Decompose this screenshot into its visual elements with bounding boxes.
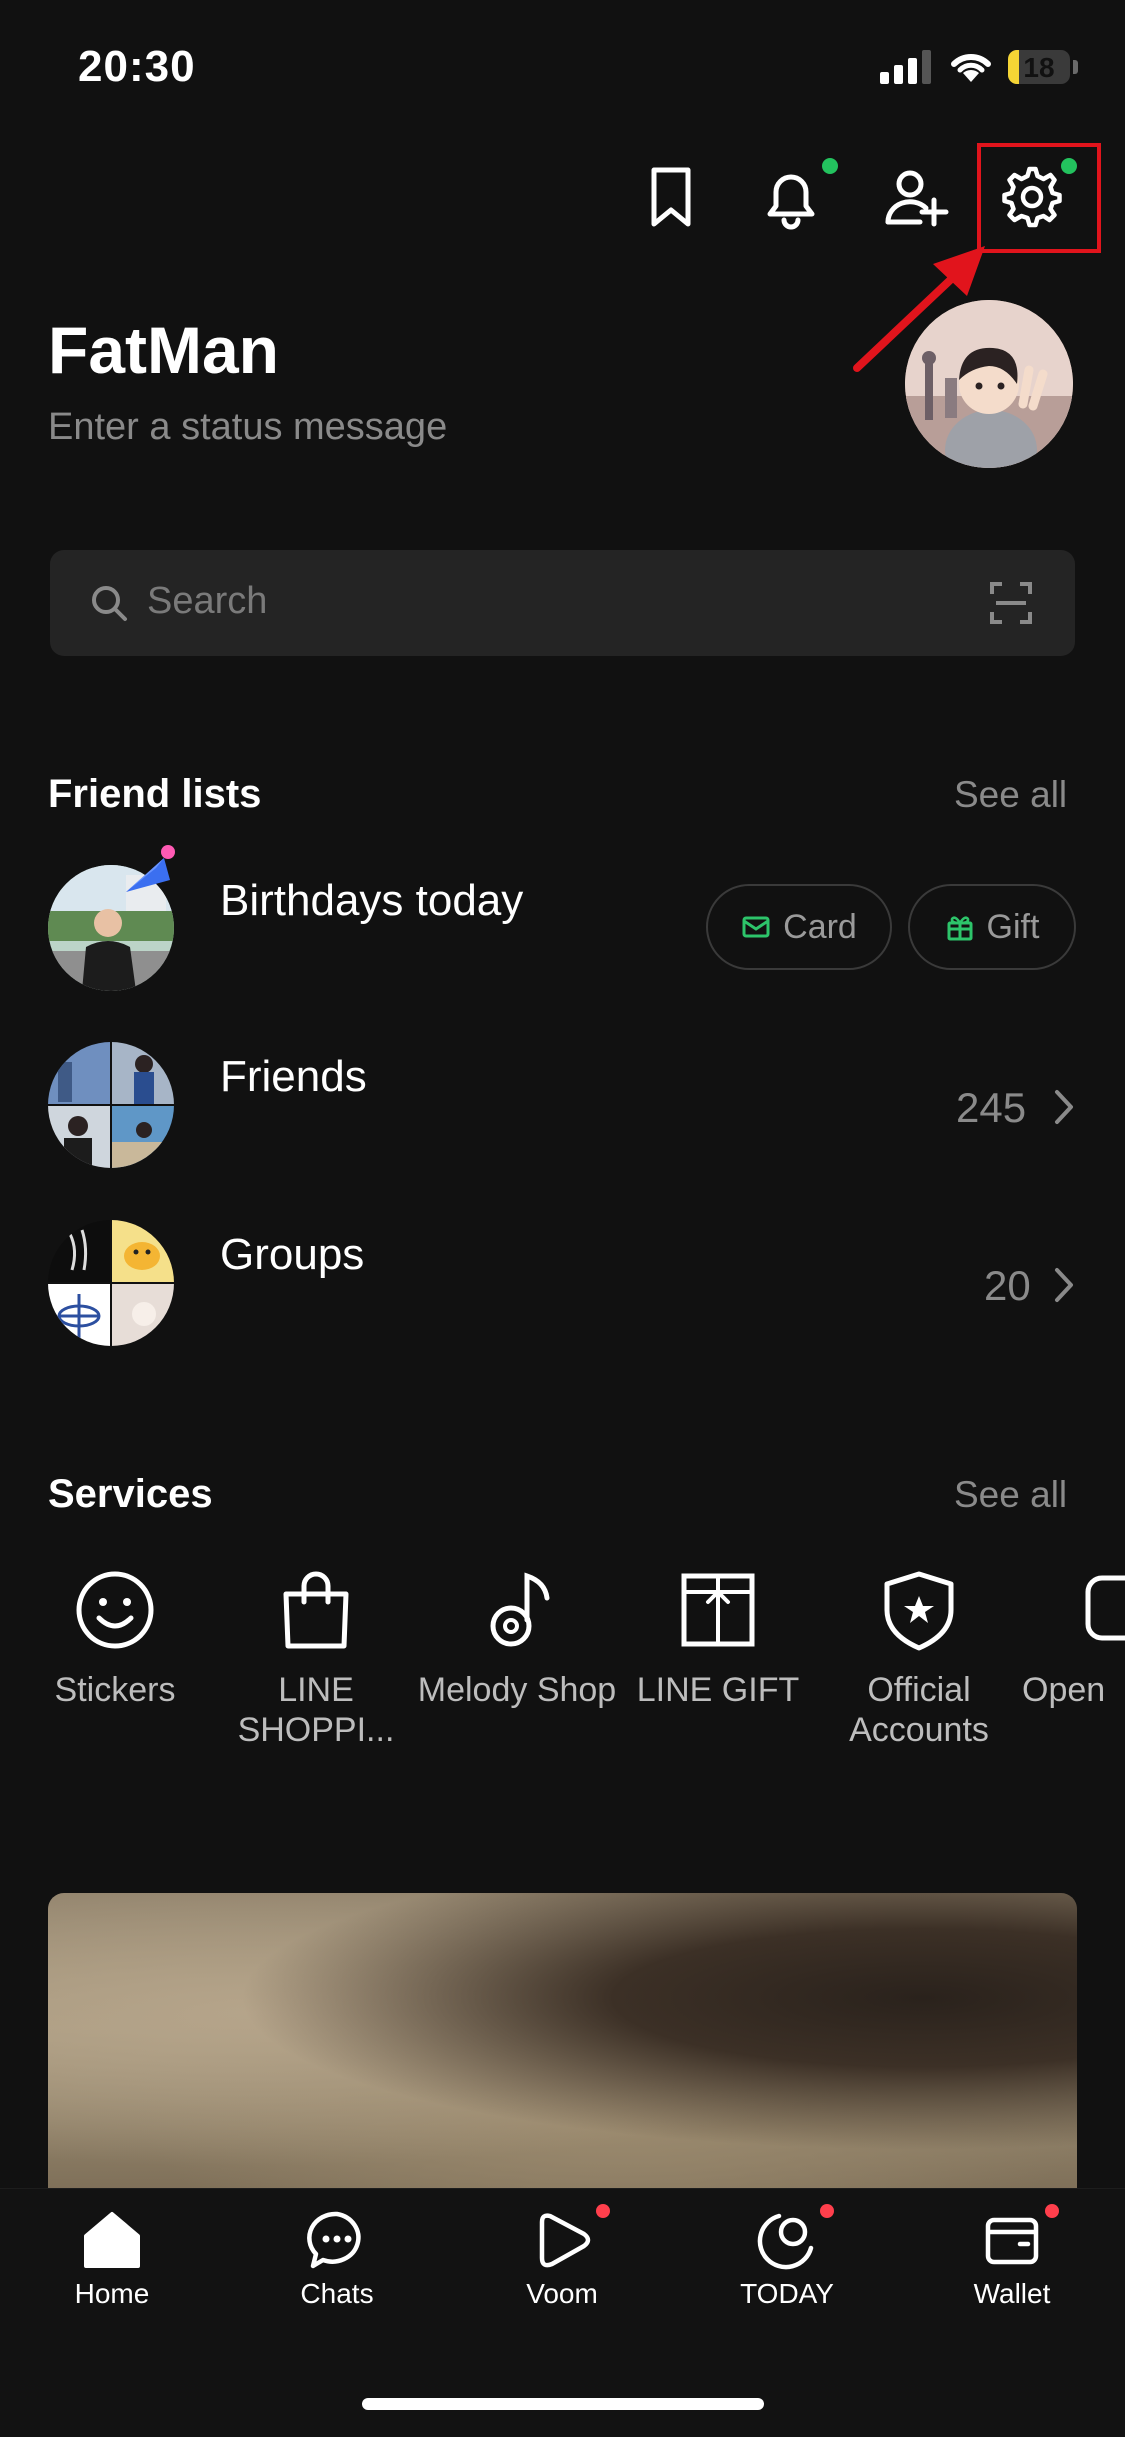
friend-lists-title: Friend lists: [48, 772, 262, 816]
status-message-field[interactable]: Enter a status message: [48, 406, 447, 449]
battery-cap: [1073, 60, 1078, 74]
battery-level: 18: [1023, 52, 1055, 83]
groups-label[interactable]: Groups: [220, 1230, 364, 1280]
chat-bubble-icon: [305, 2208, 369, 2272]
wallet-badge: [1045, 2204, 1059, 2218]
service-label: LINE SHOPPI...: [237, 1671, 395, 1749]
bell-icon[interactable]: [756, 162, 826, 232]
wallet-icon: [980, 2208, 1044, 2272]
groups-count: 20: [984, 1262, 1031, 1309]
today-badge: [820, 2204, 834, 2218]
friends-count: 245: [956, 1084, 1027, 1131]
service-melody-shop[interactable]: Melody Shop: [417, 1568, 617, 1710]
nav-home[interactable]: Home: [12, 2208, 212, 2310]
service-line-shopping[interactable]: LINE SHOPPI...: [216, 1568, 416, 1750]
gift-icon: [947, 916, 973, 941]
wifi-icon: [951, 53, 991, 82]
battery-icon: 18: [1008, 50, 1070, 84]
profile-name[interactable]: FatMan: [48, 312, 279, 388]
service-open-chat[interactable]: Open: [1020, 1568, 1125, 1768]
services-see-all-link[interactable]: See all: [954, 1474, 1067, 1516]
nav-label: Wallet: [973, 2278, 1051, 2309]
party-hat-icon: [126, 845, 175, 892]
nav-label: TODAY: [740, 2278, 834, 2309]
birthday-card-button[interactable]: Card: [706, 884, 892, 970]
home-icon: [80, 2208, 144, 2272]
nav-chats[interactable]: Chats: [237, 2208, 437, 2310]
envelope-icon: [742, 916, 770, 938]
service-label: Open: [1022, 1671, 1106, 1709]
nav-wallet[interactable]: Wallet: [912, 2208, 1112, 2310]
gift-button-label: Gift: [986, 907, 1040, 946]
voom-badge: [596, 2204, 610, 2218]
search-icon: [92, 586, 127, 621]
nav-label: Home: [74, 2278, 150, 2309]
nav-voom[interactable]: Voom: [462, 2208, 662, 2310]
birthdays-today-label[interactable]: Birthdays today: [220, 876, 523, 926]
chevron-right-icon[interactable]: [1052, 1266, 1076, 1304]
shield-star-icon: [877, 1568, 961, 1652]
profile-avatar[interactable]: [905, 300, 1073, 468]
qr-scan-icon[interactable]: [988, 580, 1034, 626]
today-icon: [755, 2208, 819, 2272]
cellular-signal-icon: [880, 50, 931, 84]
open-chat-icon: [1082, 1568, 1125, 1652]
promo-banner-image[interactable]: [48, 1893, 1077, 2193]
service-label: LINE GIFT: [636, 1671, 800, 1709]
service-label: Stickers: [54, 1671, 176, 1709]
card-button-label: Card: [783, 907, 857, 946]
bookmark-icon[interactable]: [636, 162, 706, 232]
annotation-highlight-box: [977, 143, 1101, 253]
notification-badge: [822, 158, 838, 174]
add-friend-icon[interactable]: [880, 162, 950, 232]
birthday-gift-button[interactable]: Gift: [908, 884, 1076, 970]
services-title: Services: [48, 1472, 213, 1516]
status-time: 20:30: [78, 42, 196, 91]
chevron-right-icon[interactable]: [1052, 1088, 1076, 1126]
service-label: Melody Shop: [417, 1671, 617, 1709]
service-line-gift[interactable]: LINE GIFT: [618, 1568, 818, 1710]
search-input[interactable]: Search: [147, 580, 267, 623]
service-label: Official Accounts: [849, 1671, 989, 1749]
service-official-accounts[interactable]: Official Accounts: [819, 1568, 1019, 1750]
nav-label: Chats: [300, 2278, 374, 2309]
groups-collage-avatar[interactable]: [48, 1220, 174, 1346]
smiley-icon: [73, 1568, 157, 1652]
friends-label[interactable]: Friends: [220, 1052, 367, 1102]
nav-label: Voom: [526, 2278, 598, 2309]
service-stickers[interactable]: Stickers: [15, 1568, 215, 1710]
shopping-bag-icon: [274, 1568, 358, 1652]
music-note-icon: [475, 1568, 559, 1652]
friends-collage-avatar[interactable]: [48, 1042, 174, 1168]
voom-play-icon: [530, 2208, 594, 2272]
gift-box-icon: [676, 1568, 760, 1652]
home-indicator: [362, 2398, 764, 2410]
nav-today[interactable]: TODAY: [687, 2208, 887, 2310]
friend-lists-see-all-link[interactable]: See all: [954, 774, 1067, 816]
